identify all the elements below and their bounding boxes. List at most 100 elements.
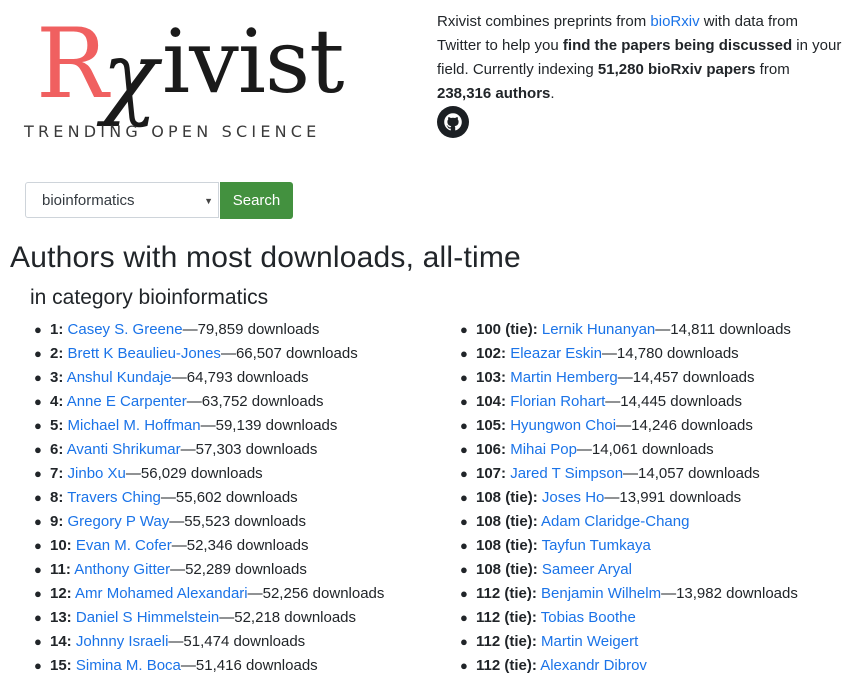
- author-rank: 106:: [476, 441, 507, 458]
- author-rank: 14:: [50, 633, 72, 650]
- author-link[interactable]: Benjamin Wilhelm: [541, 585, 661, 602]
- author-list-item: ● 1: Casey S. Greene—79,859 downloads: [34, 318, 384, 342]
- bullet-icon: ●: [460, 658, 468, 673]
- author-list-item: ● 5: Michael M. Hoffman—59,139 downloads: [34, 414, 384, 438]
- paper-count: 51,280 bioRxiv papers: [597, 61, 756, 78]
- author-rank: 112 (tie):: [476, 657, 537, 674]
- download-count: —13,982 downloads: [661, 585, 798, 602]
- author-list-item: ● 102: Eleazar Eskin—14,780 downloads: [460, 342, 798, 366]
- download-count: —14,445 downloads: [605, 393, 743, 410]
- author-link[interactable]: Adam Claridge-Chang: [541, 513, 689, 530]
- author-list-item: ● 112 (tie): Tobias Boothe: [460, 606, 798, 630]
- author-rank: 5:: [50, 417, 64, 434]
- site-logo[interactable]: R χ ivist TRENDING OPEN SCIENCE: [22, 12, 362, 147]
- bullet-icon: ●: [460, 370, 468, 385]
- author-rank: 4:: [50, 393, 64, 410]
- logo-ivist: ivist: [162, 10, 345, 113]
- category-select[interactable]: bioinformatics ▼: [25, 182, 219, 218]
- author-link[interactable]: Casey S. Greene: [68, 321, 183, 338]
- download-count: —14,057 downloads: [623, 465, 760, 482]
- author-list-item: ● 10: Evan M. Cofer—52,346 downloads: [34, 534, 384, 558]
- bullet-icon: ●: [460, 610, 468, 625]
- author-link[interactable]: Gregory P Way: [68, 513, 170, 530]
- github-icon[interactable]: [437, 106, 469, 138]
- bullet-icon: ●: [34, 514, 42, 529]
- author-link[interactable]: Anshul Kundaje: [67, 369, 172, 386]
- author-link[interactable]: Simina M. Boca: [76, 657, 181, 674]
- author-list-item: ● 107: Jared T Simpson—14,057 downloads: [460, 462, 798, 486]
- author-list-item: ● 112 (tie): Benjamin Wilhelm—13,982 down…: [460, 582, 798, 606]
- author-link[interactable]: Evan M. Cofer: [76, 537, 172, 554]
- author-link[interactable]: Hyungwon Choi: [510, 417, 616, 434]
- biorxiv-link[interactable]: bioRxiv: [650, 13, 699, 30]
- author-rank: 12:: [50, 585, 72, 602]
- author-link[interactable]: Jinbo Xu: [68, 465, 126, 482]
- author-link[interactable]: Alexandr Dibrov: [540, 657, 647, 674]
- download-count: —79,859 downloads: [182, 321, 320, 338]
- author-link[interactable]: Johnny Israeli: [76, 633, 169, 650]
- author-rank: 11:: [50, 561, 71, 578]
- intro-text: Rxivist combines preprints from bioRxiv …: [437, 10, 842, 106]
- author-list-left: ● 1: Casey S. Greene—79,859 downloads ● 2: …: [34, 318, 384, 678]
- download-count: —55,602 downloads: [160, 489, 298, 506]
- author-list-item: ● 108 (tie): Tayfun Tumkaya: [460, 534, 798, 558]
- author-list-item: ● 112 (tie): Alexandr Dibrov: [460, 654, 798, 678]
- bullet-icon: ●: [460, 514, 468, 529]
- author-rank: 108 (tie):: [476, 489, 538, 506]
- author-link[interactable]: Anne E Carpenter: [67, 393, 187, 410]
- author-link[interactable]: Michael M. Hoffman: [68, 417, 201, 434]
- author-rank: 104:: [476, 393, 507, 410]
- bullet-icon: ●: [34, 538, 42, 553]
- author-link[interactable]: Joses Ho: [542, 489, 605, 506]
- download-count: —64,793 downloads: [171, 369, 309, 386]
- author-list-item: ● 9: Gregory P Way—55,523 downloads: [34, 510, 384, 534]
- author-list-item: ● 15: Simina M. Boca—51,416 downloads: [34, 654, 384, 678]
- download-count: —52,256 downloads: [247, 585, 385, 602]
- bullet-icon: ●: [34, 370, 42, 385]
- author-list-item: ● 4: Anne E Carpenter—63,752 downloads: [34, 390, 384, 414]
- category-selected: bioinformatics: [42, 192, 135, 209]
- chevron-down-icon: ▼: [204, 196, 213, 206]
- bullet-icon: ●: [460, 586, 468, 601]
- bullet-icon: ●: [460, 562, 468, 577]
- author-rank: 1:: [50, 321, 64, 338]
- author-link[interactable]: Sameer Aryal: [542, 561, 632, 578]
- download-count: —14,780 downloads: [601, 345, 739, 362]
- download-count: —52,289 downloads: [170, 561, 307, 578]
- download-count: —52,218 downloads: [219, 609, 357, 626]
- download-count: —14,246 downloads: [616, 417, 753, 434]
- author-list-item: ● 103: Martin Hemberg—14,457 downloads: [460, 366, 798, 390]
- author-count: 238,316 authors: [437, 85, 551, 102]
- author-link[interactable]: Tobias Boothe: [541, 609, 636, 626]
- author-link[interactable]: Florian Rohart: [510, 393, 605, 410]
- author-rank: 7:: [50, 465, 64, 482]
- author-link[interactable]: Amr Mohamed Alexandari: [75, 585, 248, 602]
- author-link[interactable]: Avanti Shrikumar: [67, 441, 181, 458]
- search-button[interactable]: Search: [220, 182, 293, 219]
- author-link[interactable]: Travers Ching: [67, 489, 161, 506]
- author-link[interactable]: Martin Hemberg: [510, 369, 618, 386]
- download-count: —14,457 downloads: [617, 369, 755, 386]
- author-rank: 108 (tie):: [476, 513, 538, 530]
- bullet-icon: ●: [460, 322, 468, 337]
- author-link[interactable]: Mihai Pop: [510, 441, 577, 458]
- bullet-icon: ●: [34, 394, 42, 409]
- author-link[interactable]: Daniel S Himmelstein: [76, 609, 219, 626]
- author-rank: 2:: [50, 345, 64, 362]
- author-list-item: ● 100 (tie): Lernik Hunanyan—14,811 downl…: [460, 318, 798, 342]
- author-rank: 112 (tie):: [476, 585, 537, 602]
- bullet-icon: ●: [460, 346, 468, 361]
- author-link[interactable]: Lernik Hunanyan: [542, 321, 655, 338]
- author-rank: 105:: [476, 417, 507, 434]
- logo-chi: χ: [102, 22, 158, 129]
- download-count: —52,346 downloads: [171, 537, 309, 554]
- author-list-right: ● 100 (tie): Lernik Hunanyan—14,811 downl…: [460, 318, 798, 678]
- author-link[interactable]: Anthony Gitter: [74, 561, 170, 578]
- author-link[interactable]: Martin Weigert: [541, 633, 638, 650]
- author-link[interactable]: Jared T Simpson: [510, 465, 623, 482]
- download-count: —51,416 downloads: [180, 657, 318, 674]
- author-link[interactable]: Tayfun Tumkaya: [542, 537, 651, 554]
- author-link[interactable]: Brett K Beaulieu-Jones: [68, 345, 221, 362]
- author-link[interactable]: Eleazar Eskin: [510, 345, 602, 362]
- author-rank: 15:: [50, 657, 72, 674]
